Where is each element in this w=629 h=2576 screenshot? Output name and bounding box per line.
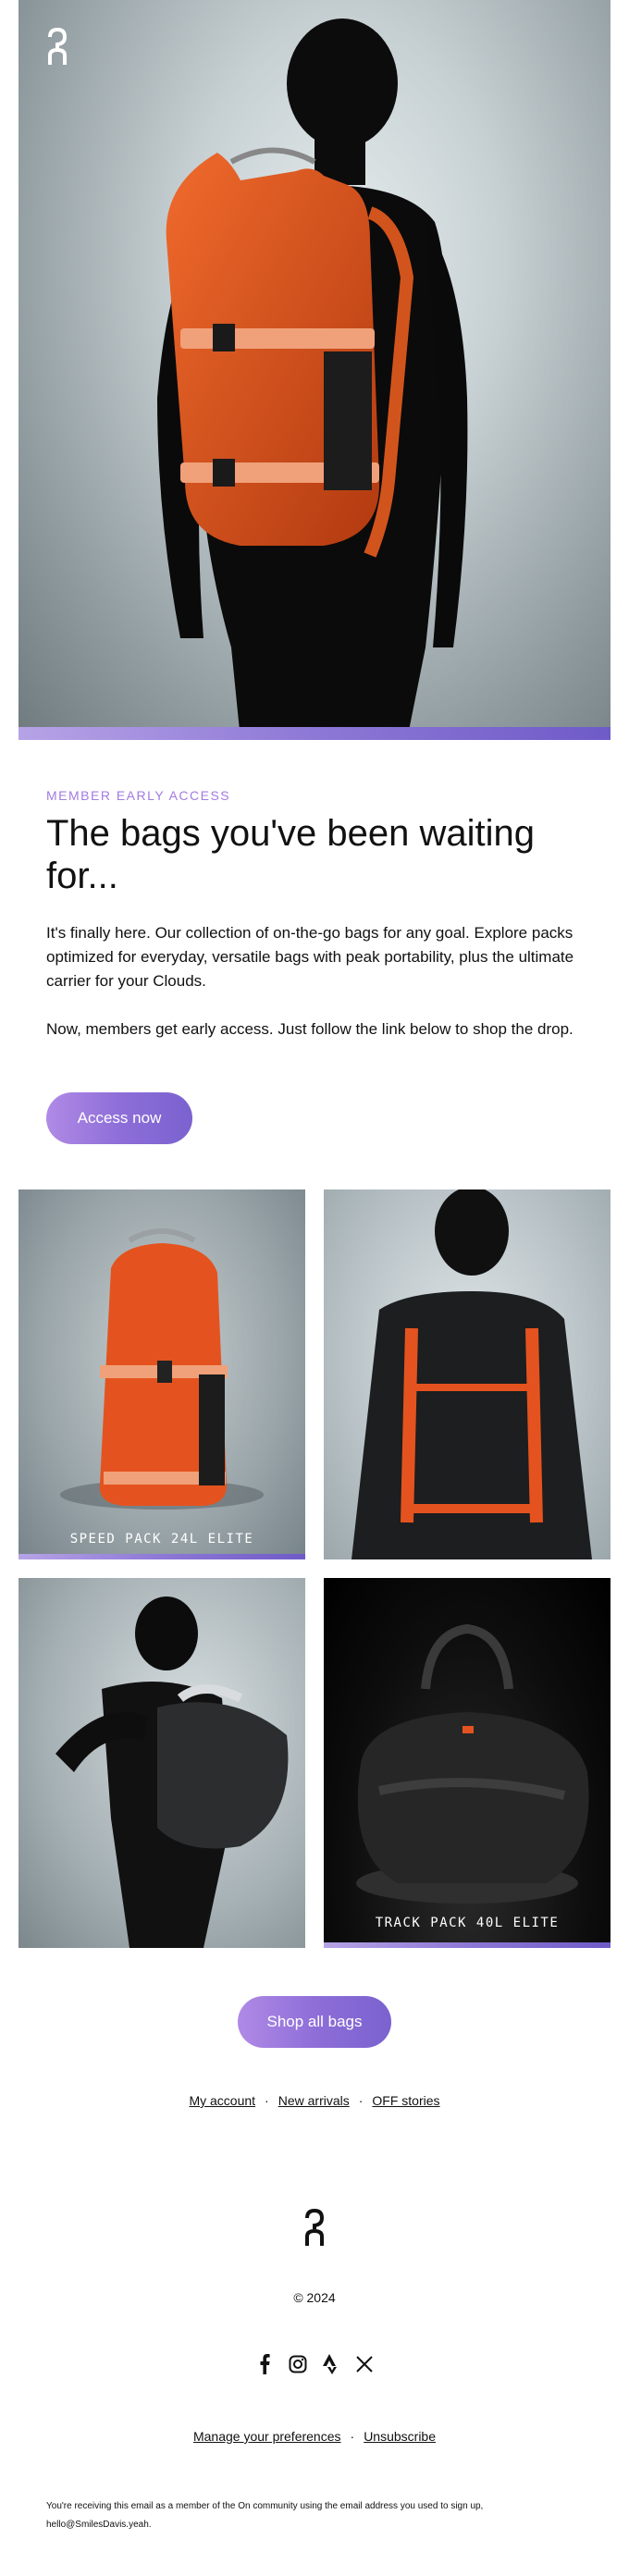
new-arrivals-link[interactable]: New arrivals [278,2093,350,2108]
speed-pack-image [60,1228,264,1510]
hero-image[interactable] [18,0,610,740]
off-stories-link[interactable]: OFF stories [372,2093,439,2108]
my-account-link[interactable]: My account [189,2093,255,2108]
tile-label: SPEED PACK 24L ELITE [69,1532,254,1547]
track-pack-image [356,1623,589,1904]
x-icon[interactable] [354,2354,375,2374]
intro-paragraph-1: It's finally here. Our collection of on-… [46,924,574,990]
model-tote-image [56,1596,289,1948]
model-backpack-image [352,1189,592,1559]
social-links [0,2354,629,2374]
preferences-links: Manage your preferences · Unsubscribe [192,2429,437,2444]
headline: The bags you've been waiting for... [46,813,535,896]
product-tile-model-back[interactable] [324,1189,610,1559]
product-tile-speed-pack[interactable]: SPEED PACK 24L ELITE [18,1189,305,1559]
tile-label: TRACK PACK 40L ELITE [375,1916,560,1930]
email: MEMBER EARLY ACCESS The bags you've been… [0,0,629,2576]
instagram-icon[interactable] [288,2354,308,2374]
tile-accent-strip [18,1554,305,1559]
hero-illustration [157,18,468,740]
access-now-button[interactable]: Access now [46,1092,192,1144]
logo-icon [48,27,68,65]
on-logo[interactable] [46,27,68,68]
manage-preferences-link[interactable]: Manage your preferences [193,2429,341,2444]
strava-icon[interactable] [321,2354,341,2374]
tile-accent-strip [324,1942,610,1948]
intro-paragraph-2: Now, members get early access. Just foll… [46,1020,574,1038]
eyebrow-label: MEMBER EARLY ACCESS [46,788,231,803]
hero-accent-strip [18,727,610,740]
footer-on-logo[interactable] [303,2208,326,2249]
shop-all-bags-button[interactable]: Shop all bags [238,1996,391,2048]
footer-links: My account · New arrivals · OFF stories [189,2093,440,2108]
logo-icon [305,2208,325,2246]
copyright: © 2024 [293,2290,336,2305]
legal-text: You're receiving this email as a member … [46,2501,484,2530]
product-tile-track-pack[interactable]: TRACK PACK 40L ELITE [324,1578,610,1948]
product-tile-model-tote[interactable] [18,1578,305,1948]
unsubscribe-link[interactable]: Unsubscribe [364,2429,436,2444]
facebook-icon[interactable] [254,2354,275,2374]
